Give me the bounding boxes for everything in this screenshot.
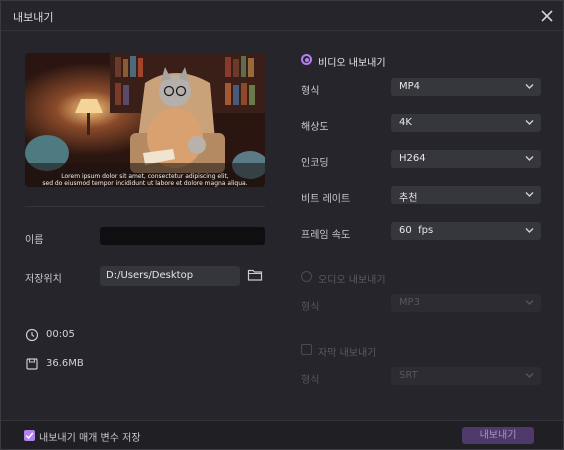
subtitle-format-value: SRT (399, 370, 418, 381)
encoding-value: H264 (399, 153, 426, 164)
preview-subtitle-line-2: sed do eiusmod tempor incididunt ut labo… (42, 180, 248, 187)
frame-rate-value: 60 fps (399, 225, 434, 236)
dialog-title: 내보내기 (13, 11, 54, 24)
resolution-label: 해상도 (301, 122, 329, 133)
preview-image (25, 53, 265, 187)
save-location-label: 저장위치 (25, 274, 62, 285)
export-dialog: 내보내기 Lorem ipsum dolor sit amet, consect… (0, 0, 564, 450)
resolution-value: 4K (399, 117, 412, 128)
preview-subtitle-line-1: Lorem ipsum dolor sit amet, consectetur … (61, 173, 229, 180)
format-label: 형식 (301, 86, 320, 97)
bitrate-select[interactable]: 추천 (391, 186, 541, 204)
clock-icon (25, 327, 39, 342)
chevron-down-icon (525, 120, 534, 125)
duration-value: 00:05 (46, 329, 75, 340)
audio-export-header: 오디오 내보내기 (318, 275, 386, 286)
resolution-select[interactable]: 4K (391, 114, 541, 132)
save-params-label: 내보내기 매개 변수 저장 (39, 433, 141, 444)
encoding-select[interactable]: H264 (391, 150, 541, 168)
format-select[interactable]: MP4 (391, 78, 541, 96)
format-value: MP4 (399, 81, 421, 92)
save-location-field[interactable]: D:/Users/Desktop (100, 266, 240, 286)
chevron-down-icon (525, 228, 534, 233)
subtitle-format-label: 형식 (301, 375, 320, 386)
video-export-header: 비디오 내보내기 (318, 58, 386, 69)
video-preview: Lorem ipsum dolor sit amet, consectetur … (25, 53, 265, 187)
name-label: 이름 (25, 235, 44, 246)
divider (25, 206, 265, 207)
name-input[interactable] (100, 227, 265, 245)
folder-icon[interactable] (247, 267, 263, 283)
save-params-checkbox[interactable] (24, 430, 35, 441)
subtitle-export-checkbox[interactable] (301, 344, 312, 355)
close-icon[interactable] (537, 6, 557, 26)
chevron-down-icon (525, 156, 534, 161)
chevron-down-icon (525, 300, 534, 305)
audio-export-radio[interactable] (301, 271, 312, 282)
frame-rate-label: 프레임 속도 (301, 230, 351, 241)
chevron-down-icon (525, 373, 534, 378)
bitrate-label: 비트 레이트 (301, 194, 351, 205)
audio-format-select[interactable]: MP3 (391, 294, 541, 312)
encoding-label: 인코딩 (301, 158, 329, 169)
frame-rate-select[interactable]: 60 fps (391, 222, 541, 240)
chevron-down-icon (525, 192, 534, 197)
subtitle-export-header: 자막 내보내기 (318, 348, 377, 359)
export-button[interactable]: 내보내기 (462, 427, 534, 444)
check-icon (25, 432, 34, 440)
disk-icon (25, 356, 39, 370)
subtitle-format-select[interactable]: SRT (391, 367, 541, 385)
bitrate-value: 추천 (399, 193, 418, 204)
video-export-radio[interactable] (301, 54, 312, 65)
title-bar: 내보내기 (1, 1, 563, 31)
audio-format-label: 형식 (301, 302, 320, 313)
audio-format-value: MP3 (399, 297, 421, 308)
file-size-value: 36.6MB (46, 358, 84, 369)
chevron-down-icon (525, 84, 534, 89)
